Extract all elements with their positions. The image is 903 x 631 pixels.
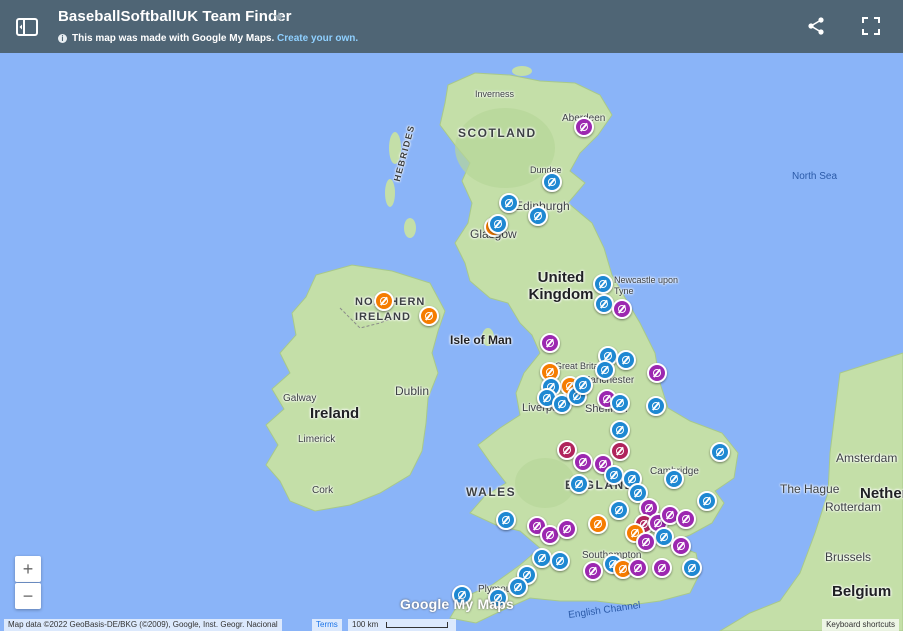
sidebar-toggle-icon[interactable]	[14, 14, 40, 40]
keyboard-shortcuts-link[interactable]: Keyboard shortcuts	[822, 619, 899, 631]
team-pin[interactable]	[583, 561, 603, 581]
team-pin[interactable]	[636, 532, 656, 552]
team-pin[interactable]	[710, 442, 730, 462]
map-label: Rotterdam	[825, 500, 882, 514]
map-canvas[interactable]: SCOTLAND HEBRIDES Inverness Aberdeen Dun…	[0, 53, 903, 631]
team-pin[interactable]	[652, 558, 672, 578]
map-footer: Map data ©2022 GeoBasis-DE/BKG (©2009), …	[0, 619, 903, 631]
map-header: BaseballSoftballUK Team Finder ★ i This m…	[0, 0, 903, 53]
team-pin[interactable]	[676, 509, 696, 529]
team-pin[interactable]	[540, 333, 560, 353]
map-label: WALES	[466, 485, 517, 499]
team-pin[interactable]	[646, 396, 666, 416]
team-pin[interactable]	[609, 500, 629, 520]
team-pin[interactable]	[573, 452, 593, 472]
fullscreen-icon[interactable]	[861, 16, 881, 36]
team-pin[interactable]	[610, 420, 630, 440]
info-icon: i	[58, 34, 67, 43]
team-pin[interactable]	[573, 375, 593, 395]
team-pin[interactable]	[528, 206, 548, 226]
team-pin[interactable]	[488, 214, 508, 234]
map-label: United Kingdom	[528, 269, 594, 303]
zoom-in-button[interactable]: +	[15, 556, 41, 582]
team-pin[interactable]	[419, 306, 439, 326]
map-label: Ireland	[310, 405, 360, 422]
map-label: SCOTLAND	[458, 126, 537, 140]
team-pin[interactable]	[616, 350, 636, 370]
team-pin[interactable]	[610, 393, 630, 413]
team-pin[interactable]	[647, 363, 667, 383]
map-label: Amsterdam	[836, 451, 898, 465]
subtitle-text: This map was made with Google My Maps.	[72, 33, 275, 44]
map-label: The Hague	[780, 482, 840, 496]
team-pin[interactable]	[697, 491, 717, 511]
team-pin[interactable]	[604, 465, 624, 485]
map-label: Inverness	[475, 89, 515, 99]
map-label: Brussels	[825, 550, 872, 564]
map-title: BaseballSoftballUK Team Finder	[58, 8, 292, 25]
team-pin[interactable]	[574, 117, 594, 137]
map-attribution: Map data ©2022 GeoBasis-DE/BKG (©2009), …	[4, 619, 282, 631]
team-pin[interactable]	[671, 536, 691, 556]
team-pin[interactable]	[594, 294, 614, 314]
map-subtitle: i This map was made with Google My Maps. …	[58, 33, 358, 44]
team-pin[interactable]	[588, 514, 608, 534]
share-icon[interactable]	[806, 16, 826, 36]
scale-bar	[386, 622, 448, 628]
google-my-maps-logo: Google My Maps	[400, 596, 515, 612]
map-label: Newcastle upon Tyne	[614, 275, 679, 296]
scale-label: 100 km	[352, 620, 379, 629]
team-pin[interactable]	[595, 360, 615, 380]
map-label: Belgium	[832, 583, 892, 600]
team-pin[interactable]	[569, 474, 589, 494]
create-your-own-link[interactable]: Create your own.	[277, 33, 358, 44]
terms-link[interactable]: Terms	[312, 619, 342, 631]
team-pin[interactable]	[374, 291, 394, 311]
map-label: Cork	[312, 485, 334, 496]
scale-indicator[interactable]: 100 km	[348, 619, 456, 631]
team-pin[interactable]	[496, 510, 516, 530]
team-pin[interactable]	[508, 577, 528, 597]
team-pin[interactable]	[628, 558, 648, 578]
team-pin[interactable]	[612, 299, 632, 319]
team-pin[interactable]	[593, 274, 613, 294]
team-pin[interactable]	[532, 548, 552, 568]
zoom-out-button[interactable]: −	[15, 583, 41, 609]
map-label: Limerick	[298, 434, 336, 445]
map-label: Dublin	[395, 384, 430, 398]
star-icon[interactable]: ★	[273, 9, 285, 25]
team-pin[interactable]	[610, 441, 630, 461]
team-pin[interactable]	[557, 519, 577, 539]
team-pin[interactable]	[499, 193, 519, 213]
team-pin[interactable]	[664, 469, 684, 489]
map-label: Isle of Man	[450, 333, 513, 347]
team-pin[interactable]	[550, 551, 570, 571]
map-label: North Sea	[792, 171, 838, 182]
team-pin[interactable]	[682, 558, 702, 578]
team-pin[interactable]	[542, 172, 562, 192]
map-label: Galway	[283, 393, 317, 404]
